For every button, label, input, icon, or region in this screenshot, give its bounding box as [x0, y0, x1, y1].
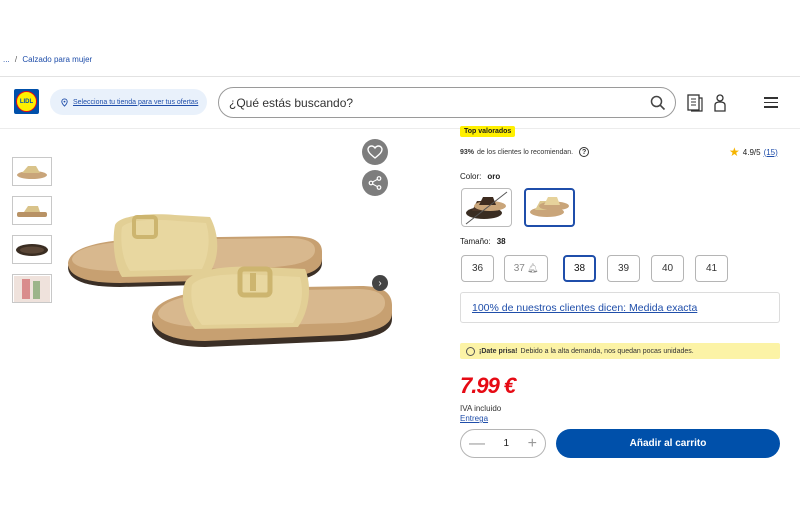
thumbnail-4[interactable]	[12, 274, 52, 303]
chevron-right-icon: ›	[378, 277, 382, 289]
size-option-41[interactable]: 41	[695, 255, 728, 282]
fit-info-link[interactable]: 100% de nuestros clientes dicen: Medida …	[472, 302, 697, 314]
shopping-list-icon[interactable]	[686, 93, 704, 113]
thumbnail-2[interactable]	[12, 196, 52, 225]
sandal-side-thumbnail-image	[17, 205, 47, 217]
bell-icon: 🔔︎	[526, 263, 539, 273]
increase-quantity-button[interactable]: +	[528, 435, 537, 453]
color-swatch-brown[interactable]	[461, 188, 512, 227]
logo-text: LIDL	[16, 91, 37, 112]
menu-icon[interactable]	[764, 97, 778, 108]
search-input[interactable]	[229, 95, 629, 110]
recommend-label: de los clientes lo recomiendan.	[477, 148, 574, 156]
size-37-label: 37	[513, 263, 525, 274]
search-bar[interactable]	[218, 87, 676, 118]
sole-thumbnail-image	[16, 243, 48, 256]
gold-sandal-swatch-image	[530, 197, 569, 217]
quantity-value[interactable]: 1	[504, 438, 510, 449]
thumbnail-1[interactable]	[12, 157, 52, 186]
next-image-arrow[interactable]: ›	[372, 275, 388, 291]
store-selector-button[interactable]: Selecciona tu tienda para ver tus oferta…	[50, 89, 207, 115]
size-label: Tamaño: 38	[460, 237, 506, 246]
top-rated-badge: Top valorados	[460, 126, 516, 137]
color-label-text: Color:	[460, 172, 482, 181]
quantity-stepper[interactable]: — 1 +	[460, 429, 546, 458]
size-option-39[interactable]: 39	[607, 255, 640, 282]
lidl-logo[interactable]: LIDL	[14, 89, 39, 114]
size-value: 38	[496, 237, 506, 246]
hurry-bold: ¡Date prisa!	[479, 347, 518, 355]
size-label-text: Tamaño:	[460, 237, 491, 246]
divider	[0, 128, 800, 129]
size-option-36[interactable]: 36	[461, 255, 494, 282]
search-icon[interactable]	[650, 95, 666, 111]
info-icon[interactable]: ?	[579, 147, 590, 157]
recommendation-text: 93% de los clientes lo recomiendan. ?	[460, 147, 590, 157]
size-option-40[interactable]: 40	[651, 255, 684, 282]
account-icon[interactable]	[711, 93, 729, 113]
size-option-37[interactable]: 37 🔔︎	[504, 255, 548, 282]
product-main-image	[68, 214, 392, 347]
size-option-38[interactable]: 38	[563, 255, 596, 282]
color-swatch-gold[interactable]	[524, 188, 575, 227]
price: 7.99 €	[460, 373, 516, 398]
thumbnail-3[interactable]	[12, 235, 52, 264]
add-to-cart-button[interactable]: Añadir al carrito	[556, 429, 780, 458]
clock-icon	[466, 346, 475, 356]
color-value: oro	[487, 172, 501, 181]
breadcrumb-separator: /	[14, 55, 18, 64]
location-pin-icon	[61, 97, 68, 107]
divider	[0, 76, 800, 77]
vat-note: IVA incluido	[460, 404, 502, 413]
share-icon	[368, 176, 382, 190]
sandal-thumbnail-image	[17, 165, 47, 179]
fit-info-box[interactable]: 100% de nuestros clientes dicen: Medida …	[460, 292, 780, 323]
wishlist-button[interactable]	[362, 139, 388, 165]
lifestyle-thumbnail-image	[14, 275, 50, 302]
color-label: Color: oro	[460, 172, 500, 181]
review-count-link[interactable]: (15)	[764, 148, 778, 157]
breadcrumb: ... / Calzado para mujer	[3, 55, 92, 64]
store-selector-label: Selecciona tu tienda para ver tus oferta…	[73, 98, 199, 106]
rating: ★ 4.9/5 (15)	[729, 145, 778, 159]
rating-value: 4.9/5	[742, 147, 761, 157]
delivery-link[interactable]: Entrega	[460, 414, 488, 423]
hurry-text: Debido a la alta demanda, nos quedan poc…	[520, 347, 694, 355]
brown-sandal-swatch-image	[465, 191, 508, 225]
low-stock-banner: ¡Date prisa! Debido a la alta demanda, n…	[460, 343, 780, 359]
heart-icon	[367, 145, 383, 159]
recommend-percent: 93%	[460, 148, 475, 156]
star-icon: ★	[729, 145, 740, 159]
decrease-quantity-button[interactable]: —	[469, 435, 485, 453]
share-button[interactable]	[362, 170, 388, 196]
breadcrumb-link-calzado[interactable]: Calzado para mujer	[22, 55, 92, 64]
breadcrumb-ellipsis[interactable]: ...	[3, 55, 10, 64]
